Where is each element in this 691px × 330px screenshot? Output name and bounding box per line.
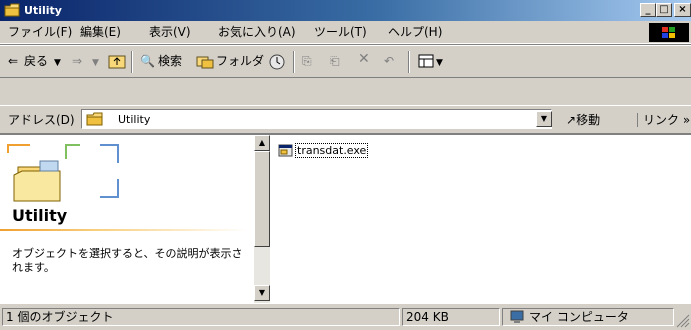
address-label: アドレス(D) (8, 113, 75, 127)
description-text: オブジェクトを選択すると、その説明が表示されます。 (12, 247, 243, 274)
menu-bar: ファイル(F) 編集(E) 表示(V) お気に入り(A) ツール(T) ヘルプ(… (0, 21, 691, 44)
explorer-window: Utility _ □ × ファイル(F) 編集(E) 表示(V) お気に入り(… (0, 0, 691, 330)
go-arrow-icon: ↗ (566, 113, 577, 127)
standard-toolbar: ⇐ 戻る ▼ ⇒ ▼ 🔍 検索 フォルダ ⎘ ⎗ ✕ ↶ ▼ (0, 45, 691, 78)
delete-icon[interactable]: ✕ (358, 52, 370, 66)
history-icon[interactable] (268, 53, 286, 71)
move-to-icon[interactable]: ⎘ (302, 54, 312, 68)
menu-help[interactable]: ヘルプ(H) (388, 25, 442, 39)
menu-view[interactable]: 表示(V) (149, 25, 191, 39)
status-bar: 1 個のオブジェクト 204 KB マイ コンピュータ (0, 304, 691, 330)
search-icon[interactable]: 🔍 (140, 54, 155, 68)
vertical-scrollbar[interactable]: ▲ ▼ (254, 135, 270, 303)
folders-icon[interactable] (196, 53, 214, 69)
scroll-thumb[interactable] (254, 151, 270, 247)
search-button-label[interactable]: 検索 (158, 54, 182, 68)
status-size: 204 KB (402, 308, 500, 326)
back-arrow-icon[interactable]: ⇐ (8, 54, 18, 68)
close-button[interactable]: × (674, 3, 691, 17)
undo-icon[interactable]: ↶ (384, 54, 394, 68)
forward-arrow-icon[interactable]: ⇒ (72, 54, 82, 68)
copy-to-icon[interactable]: ⎗ (330, 54, 340, 68)
title-bar[interactable]: Utility _ □ × (0, 0, 691, 21)
address-value: Utility (118, 113, 151, 126)
go-button[interactable]: ↗移動 (566, 113, 600, 127)
views-dropdown-icon[interactable]: ▼ (436, 56, 443, 70)
minimize-button[interactable]: _ (640, 3, 656, 17)
links-button[interactable]: リンク » (637, 113, 690, 127)
folder-icon (4, 3, 20, 17)
web-view-pane: Utility オブジェクトを選択すると、その説明が表示されます。 (0, 135, 254, 305)
folder-banner-icon (7, 144, 119, 202)
folder-title: Utility (12, 206, 68, 225)
address-field[interactable]: Utility ▼ (81, 109, 552, 129)
status-zone-label: マイ コンピュータ (529, 310, 629, 324)
windows-logo (649, 23, 689, 42)
window-title: Utility (24, 4, 62, 17)
up-folder-icon[interactable] (108, 53, 126, 69)
address-bar: アドレス(D) Utility ▼ ↗移動 リンク » (0, 105, 691, 134)
menu-favorites[interactable]: お気に入り(A) (218, 25, 296, 39)
menu-edit[interactable]: 編集(E) (80, 25, 121, 39)
file-name: transdat.exe (295, 143, 369, 158)
scroll-down-button[interactable]: ▼ (254, 285, 270, 301)
maximize-button[interactable]: □ (656, 3, 672, 17)
title-divider (0, 229, 248, 231)
folders-button-label[interactable]: フォルダ (216, 54, 264, 68)
scroll-up-button[interactable]: ▲ (254, 135, 270, 151)
back-dropdown-icon[interactable]: ▼ (54, 56, 61, 70)
back-button-label[interactable]: 戻る (24, 54, 48, 68)
menu-file[interactable]: ファイル(F) (8, 25, 72, 39)
status-zone: マイ コンピュータ (502, 308, 674, 326)
client-area: Utility オブジェクトを選択すると、その説明が表示されます。 ▲ ▼ tr… (0, 134, 691, 305)
forward-dropdown-icon[interactable]: ▼ (92, 56, 99, 70)
my-computer-icon (510, 310, 524, 323)
go-button-label: 移動 (576, 113, 601, 127)
address-dropdown-button[interactable]: ▼ (536, 111, 552, 127)
menu-tools[interactable]: ツール(T) (314, 25, 367, 39)
resize-grip-icon[interactable] (676, 314, 690, 328)
views-icon[interactable] (418, 54, 434, 68)
folder-icon (86, 112, 103, 126)
status-object-count: 1 個のオブジェクト (2, 308, 400, 326)
exe-icon (278, 144, 293, 157)
windows-flag-icon (662, 27, 675, 38)
